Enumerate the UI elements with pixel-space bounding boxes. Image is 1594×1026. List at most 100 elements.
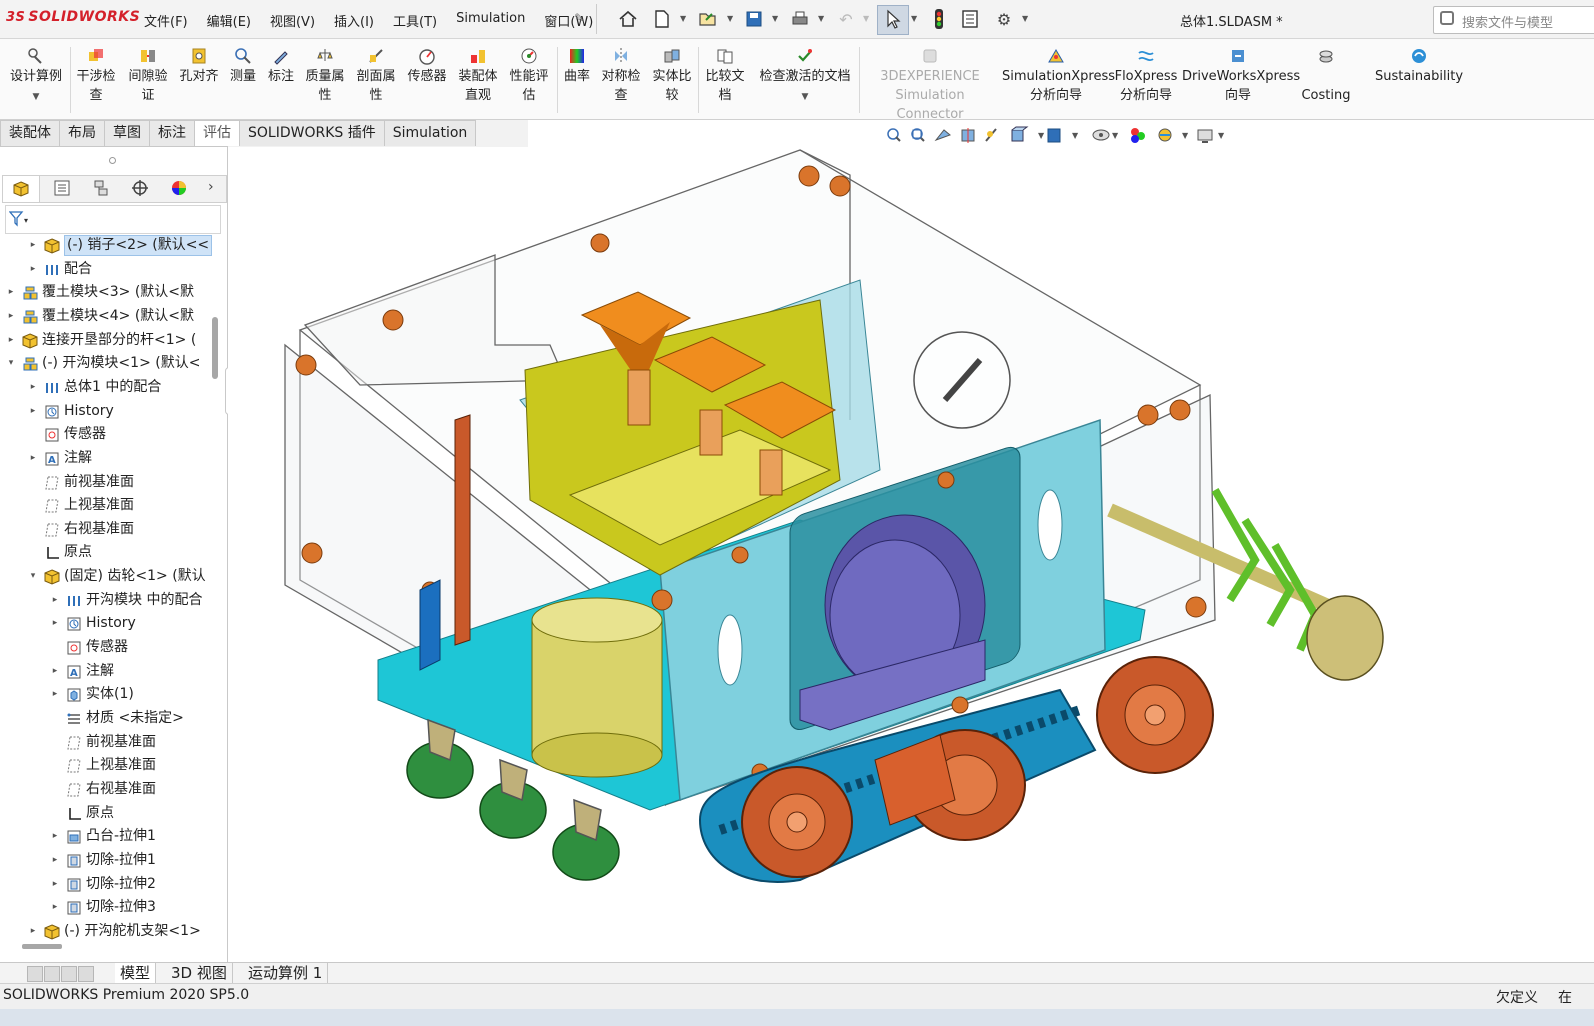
dimxpert-manager-icon[interactable] <box>131 179 149 197</box>
tree-item[interactable]: 上视基准面 <box>0 754 212 777</box>
tree-item[interactable]: ▸ (-) 销子<2> (默认<< <box>0 234 212 257</box>
mass-properties-button[interactable]: 质量属性 <box>302 47 348 105</box>
expand-arrow-icon[interactable]: ▸ <box>6 305 16 328</box>
tree-vertical-scrollbar[interactable] <box>212 317 218 379</box>
expand-arrow-icon[interactable]: ▸ <box>50 683 60 706</box>
chevron-down-icon[interactable]: ▼ <box>1022 14 1028 23</box>
search-box[interactable]: 搜索文件与模型 <box>1433 6 1594 34</box>
simulationxpress-button[interactable]: SimulationXpress 分析向导 <box>1002 47 1115 105</box>
previous-view-icon[interactable] <box>934 129 951 142</box>
tree-item[interactable]: ▸ 凸台-拉伸1 <box>0 825 212 848</box>
hole-alignment-button[interactable]: 孔对齐 <box>176 47 222 86</box>
interference-check-button[interactable]: 干涉检查 <box>73 47 119 105</box>
tree-item[interactable]: ▸ History <box>0 400 212 423</box>
search-input[interactable]: 搜索文件与模型 <box>1462 12 1553 31</box>
compare-documents-button[interactable]: 比较文档 <box>702 47 748 105</box>
chevron-down-icon[interactable]: ▼ <box>911 14 917 23</box>
body-compare-button[interactable]: 实体比较 <box>649 47 695 105</box>
menu-insert[interactable]: 插入(I) <box>334 11 374 31</box>
gear-icon[interactable]: ⚙ <box>993 8 1015 30</box>
expand-arrow-icon[interactable]: ▸ <box>28 400 38 423</box>
tree-item[interactable]: ▸ 切除-拉伸3 <box>0 896 212 919</box>
print-icon[interactable] <box>789 8 811 30</box>
tab-3d-view[interactable]: 3D 视图 <box>166 963 233 983</box>
apply-scene-icon[interactable] <box>1158 128 1172 142</box>
tree-item[interactable]: ▾ (-) 开沟模块<1> (默认< <box>0 352 212 375</box>
tree-item[interactable]: 传感器 <box>0 423 212 446</box>
expand-arrow-icon[interactable]: ▸ <box>28 447 38 470</box>
chevron-down-icon[interactable]: ▼ <box>772 14 778 23</box>
next-tab-icon[interactable] <box>61 966 77 982</box>
tab-motion-study[interactable]: 运动算例 1 <box>243 963 329 983</box>
tree-item[interactable]: ▸ 开沟模块 中的配合 <box>0 589 212 612</box>
menu-tools[interactable]: 工具(T) <box>393 11 437 31</box>
expand-arrow-icon[interactable]: ▸ <box>28 258 38 281</box>
file-properties-icon[interactable] <box>959 8 981 30</box>
display-manager-icon[interactable] <box>170 179 188 197</box>
menu-view[interactable]: 视图(V) <box>270 11 315 31</box>
configuration-manager-icon[interactable] <box>92 179 110 197</box>
menu-simulation[interactable]: Simulation <box>456 11 525 31</box>
view-settings-icon[interactable] <box>1197 129 1213 143</box>
select-tool-button[interactable] <box>877 5 909 35</box>
chevron-right-icon[interactable]: › <box>208 179 214 195</box>
menu-file[interactable]: 文件(F) <box>144 11 188 31</box>
tab-simulation[interactable]: Simulation <box>383 120 477 146</box>
dynamic-annotation-icon[interactable] <box>985 128 997 142</box>
tree-item[interactable]: ▸ (-) 开沟舵机支架<1> <box>0 920 212 943</box>
tree-item[interactable]: 原点 <box>0 541 212 564</box>
tree-item[interactable]: 右视基准面 <box>0 518 212 541</box>
graphics-area[interactable] <box>228 147 1594 962</box>
last-tab-icon[interactable] <box>78 966 94 982</box>
design-study-button[interactable]: 设计算例 ▼ <box>4 47 68 107</box>
expand-arrow-icon[interactable]: ▸ <box>28 234 38 257</box>
property-manager-icon[interactable] <box>53 179 71 197</box>
tab-assembly[interactable]: 装配体 <box>0 120 60 146</box>
tree-item[interactable]: ▸ 切除-拉伸1 <box>0 849 212 872</box>
tree-horizontal-scrollbar[interactable] <box>22 944 62 949</box>
expand-arrow-icon[interactable]: ▸ <box>50 896 60 919</box>
tab-solidworks-addins[interactable]: SOLIDWORKS 插件 <box>239 120 385 146</box>
tree-item[interactable]: ▸ 覆土模块<4> (默认<默 <box>0 305 212 328</box>
tree-item[interactable]: ▾ (固定) 齿轮<1> (默认 <box>0 565 212 588</box>
collapse-arrow-icon[interactable]: ▾ <box>6 352 16 375</box>
assembly-visualization-button[interactable]: 装配体 直观 <box>455 47 501 105</box>
zoom-to-area-icon[interactable] <box>911 128 925 142</box>
open-folder-icon[interactable] <box>697 8 719 30</box>
pin-icon[interactable]: ✎ <box>574 11 584 25</box>
chevron-down-icon[interactable]: ▼ <box>33 92 40 102</box>
tree-item[interactable]: 前视基准面 <box>0 471 212 494</box>
chevron-down-icon[interactable]: ▼ <box>818 14 824 23</box>
tree-item[interactable]: 原点 <box>0 802 212 825</box>
tab-evaluate[interactable]: 评估 <box>194 120 240 146</box>
zoom-to-fit-icon[interactable] <box>887 128 901 142</box>
chevron-down-icon[interactable]: ▼ <box>863 14 869 23</box>
tab-model[interactable]: 模型 <box>115 963 157 983</box>
floxpress-button[interactable]: FloXpress 分析向导 <box>1114 47 1178 105</box>
collapse-arrow-icon[interactable]: ▾ <box>28 565 38 588</box>
tree-item[interactable]: 前视基准面 <box>0 731 212 754</box>
tab-layout[interactable]: 布局 <box>59 120 105 146</box>
tree-item[interactable]: ▸ 总体1 中的配合 <box>0 376 212 399</box>
tree-filter[interactable]: ▾ <box>5 205 221 234</box>
menu-edit[interactable]: 编辑(E) <box>207 11 251 31</box>
3dexperience-connector-button[interactable]: 3DEXPERIENCE Simulation Connector <box>862 47 998 124</box>
previous-tab-icon[interactable] <box>44 966 60 982</box>
expand-arrow-icon[interactable]: ▸ <box>50 849 60 872</box>
curvature-button[interactable]: 曲率 <box>561 47 593 86</box>
menu-window[interactable]: 窗口(W) <box>544 11 593 31</box>
tree-item[interactable]: ▸ A 注解 <box>0 447 212 470</box>
tree-item[interactable]: ▸ 配合 <box>0 258 212 281</box>
symmetry-check-button[interactable]: 对称检查 <box>598 47 644 105</box>
costing-button[interactable]: Costing <box>1298 47 1354 105</box>
expand-arrow-icon[interactable]: ▸ <box>28 920 38 943</box>
tree-item[interactable]: ▸ 实体(1) <box>0 683 212 706</box>
performance-evaluation-button[interactable]: 性能评估 <box>506 47 552 105</box>
rebuild-icon[interactable] <box>928 8 950 30</box>
section-view-icon[interactable] <box>961 128 975 143</box>
expand-arrow-icon[interactable]: ▸ <box>50 589 60 612</box>
tree-item[interactable]: 传感器 <box>0 636 212 659</box>
tree-item[interactable]: ▸ 连接开垦部分的杆<1> ( <box>0 329 212 352</box>
tree-item[interactable]: 上视基准面 <box>0 494 212 517</box>
section-properties-button[interactable]: 剖面属性 <box>353 47 399 105</box>
